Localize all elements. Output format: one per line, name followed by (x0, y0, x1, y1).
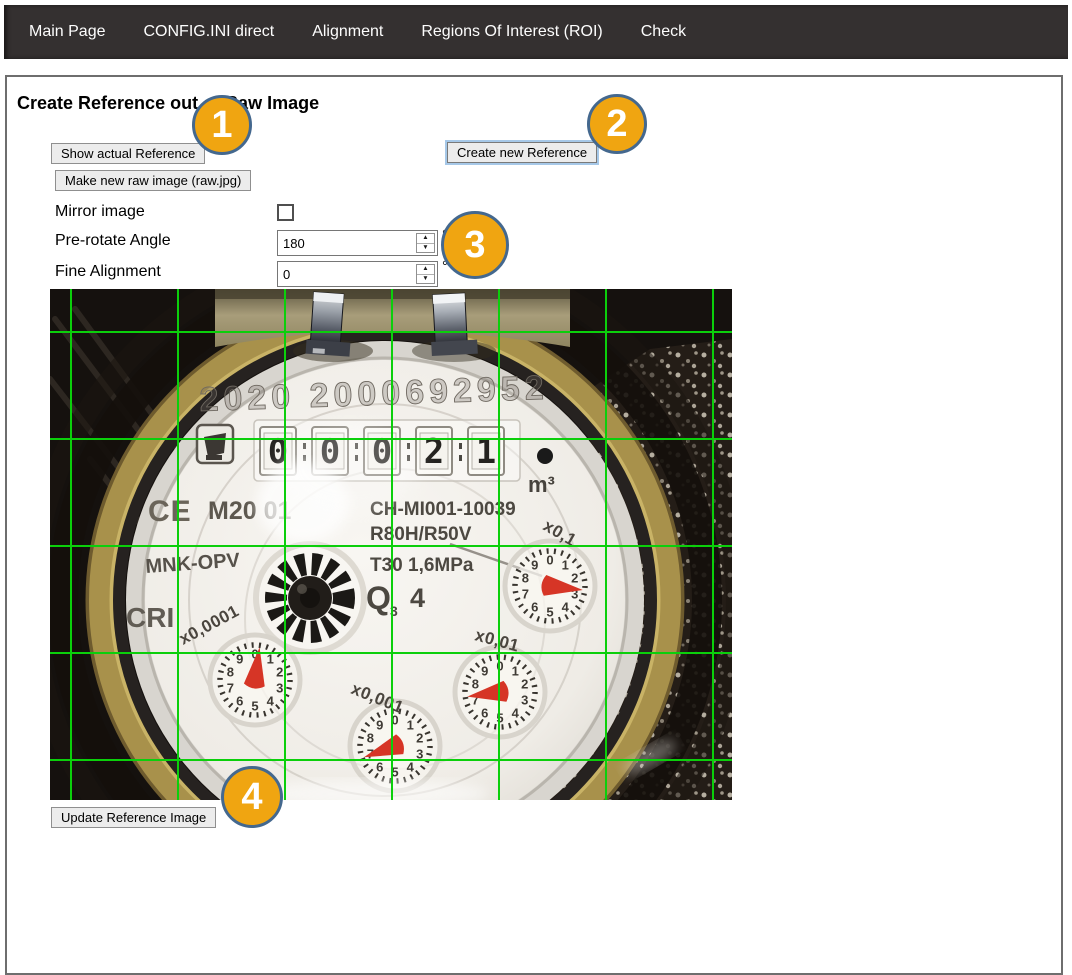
nav-check[interactable]: Check (641, 23, 686, 41)
fine-alignment-input[interactable]: 0 ▲ ▼ (277, 261, 438, 287)
svg-text:4: 4 (267, 694, 275, 709)
mirror-image-checkbox[interactable] (277, 204, 294, 221)
counter-dot (537, 448, 553, 464)
svg-text:1: 1 (512, 664, 519, 679)
svg-text:7: 7 (227, 681, 234, 696)
prerotate-angle-label: Pre-rotate Angle (55, 232, 171, 250)
prerotate-angle-value: 180 (278, 231, 416, 255)
meter-pictogram (197, 425, 233, 463)
callout-3: 3 (441, 211, 509, 279)
svg-text:1: 1 (562, 558, 569, 573)
callout-2: 2 (587, 94, 647, 154)
fine-alignment-value: 0 (278, 262, 416, 286)
top-navbar: Main Page CONFIG.INI direct Alignment Re… (4, 5, 1068, 59)
q-value: 4 (410, 583, 425, 613)
create-new-reference-button[interactable]: Create new Reference (447, 142, 597, 163)
svg-text:6: 6 (236, 694, 243, 709)
prerotate-spin-up-icon[interactable]: ▲ (417, 234, 434, 244)
svg-text:8: 8 (472, 677, 479, 692)
fine-alignment-spin-up-icon[interactable]: ▲ (417, 265, 434, 275)
update-reference-image-button[interactable]: Update Reference Image (51, 807, 216, 828)
svg-text:4: 4 (407, 760, 415, 775)
callout-3-number: 3 (464, 226, 485, 264)
svg-text:9: 9 (481, 664, 488, 679)
svg-text:6: 6 (531, 600, 538, 615)
svg-text:2: 2 (521, 677, 528, 692)
svg-text:4: 4 (512, 706, 520, 721)
svg-text:2: 2 (571, 571, 578, 586)
svg-text:6: 6 (376, 760, 383, 775)
callout-1: 1 (192, 95, 252, 155)
q-letter: Q (366, 580, 391, 616)
svg-text:7: 7 (522, 587, 529, 602)
fine-alignment-spinner: ▲ ▼ (416, 264, 435, 284)
nav-roi[interactable]: Regions Of Interest (ROI) (421, 23, 602, 41)
nav-main-page[interactable]: Main Page (29, 23, 106, 41)
callout-1-number: 1 (211, 106, 232, 144)
svg-text:2: 2 (276, 665, 283, 680)
svg-text:8: 8 (227, 665, 234, 680)
prerotate-angle-input[interactable]: 180 ▲ ▼ (277, 230, 438, 256)
mirror-image-label: Mirror image (55, 203, 145, 221)
callout-2-number: 2 (606, 105, 627, 143)
callout-4: 4 (221, 766, 283, 828)
svg-text:6: 6 (481, 706, 488, 721)
make-new-raw-image-button[interactable]: Make new raw image (raw.jpg) (55, 170, 251, 191)
show-actual-reference-button[interactable]: Show actual Reference (51, 143, 205, 164)
unit-text: m³ (528, 472, 555, 497)
svg-text:3: 3 (521, 693, 528, 708)
svg-text:5: 5 (251, 699, 258, 714)
svg-text:1: 1 (407, 718, 414, 733)
water-meter-photo: 2020 2000692952 00021 m³ CE M20 01 CH-MI… (50, 289, 732, 800)
ratio-text: R80H/R50V (370, 524, 472, 545)
callout-4-number: 4 (241, 778, 262, 816)
svg-text:8: 8 (367, 731, 374, 746)
svg-text:9: 9 (531, 558, 538, 573)
brand2-text: CRI (126, 602, 174, 633)
page-title: Create Reference out of Raw Image (17, 93, 319, 114)
prerotate-spin-down-icon[interactable]: ▼ (417, 244, 434, 253)
nav-config-ini[interactable]: CONFIG.INI direct (144, 23, 275, 41)
prerotate-spinner: ▲ ▼ (416, 233, 435, 253)
svg-text:8: 8 (522, 571, 529, 586)
svg-text:5: 5 (546, 605, 553, 620)
nav-alignment[interactable]: Alignment (312, 23, 383, 41)
svg-text:0: 0 (546, 553, 553, 568)
fine-alignment-spin-down-icon[interactable]: ▼ (417, 275, 434, 284)
svg-text:2: 2 (416, 731, 423, 746)
reference-image: 2020 2000692952 00021 m³ CE M20 01 CH-MI… (50, 289, 732, 800)
svg-text:9: 9 (376, 718, 383, 733)
ce-mark: CE (148, 495, 192, 528)
temp-pressure-text: T30 1,6MPa (370, 555, 474, 576)
content-panel: Create Reference out of Raw Image Show a… (5, 75, 1063, 975)
fine-alignment-label: Fine Alignment (55, 263, 161, 281)
svg-text:4: 4 (562, 600, 570, 615)
svg-text:3: 3 (276, 681, 283, 696)
